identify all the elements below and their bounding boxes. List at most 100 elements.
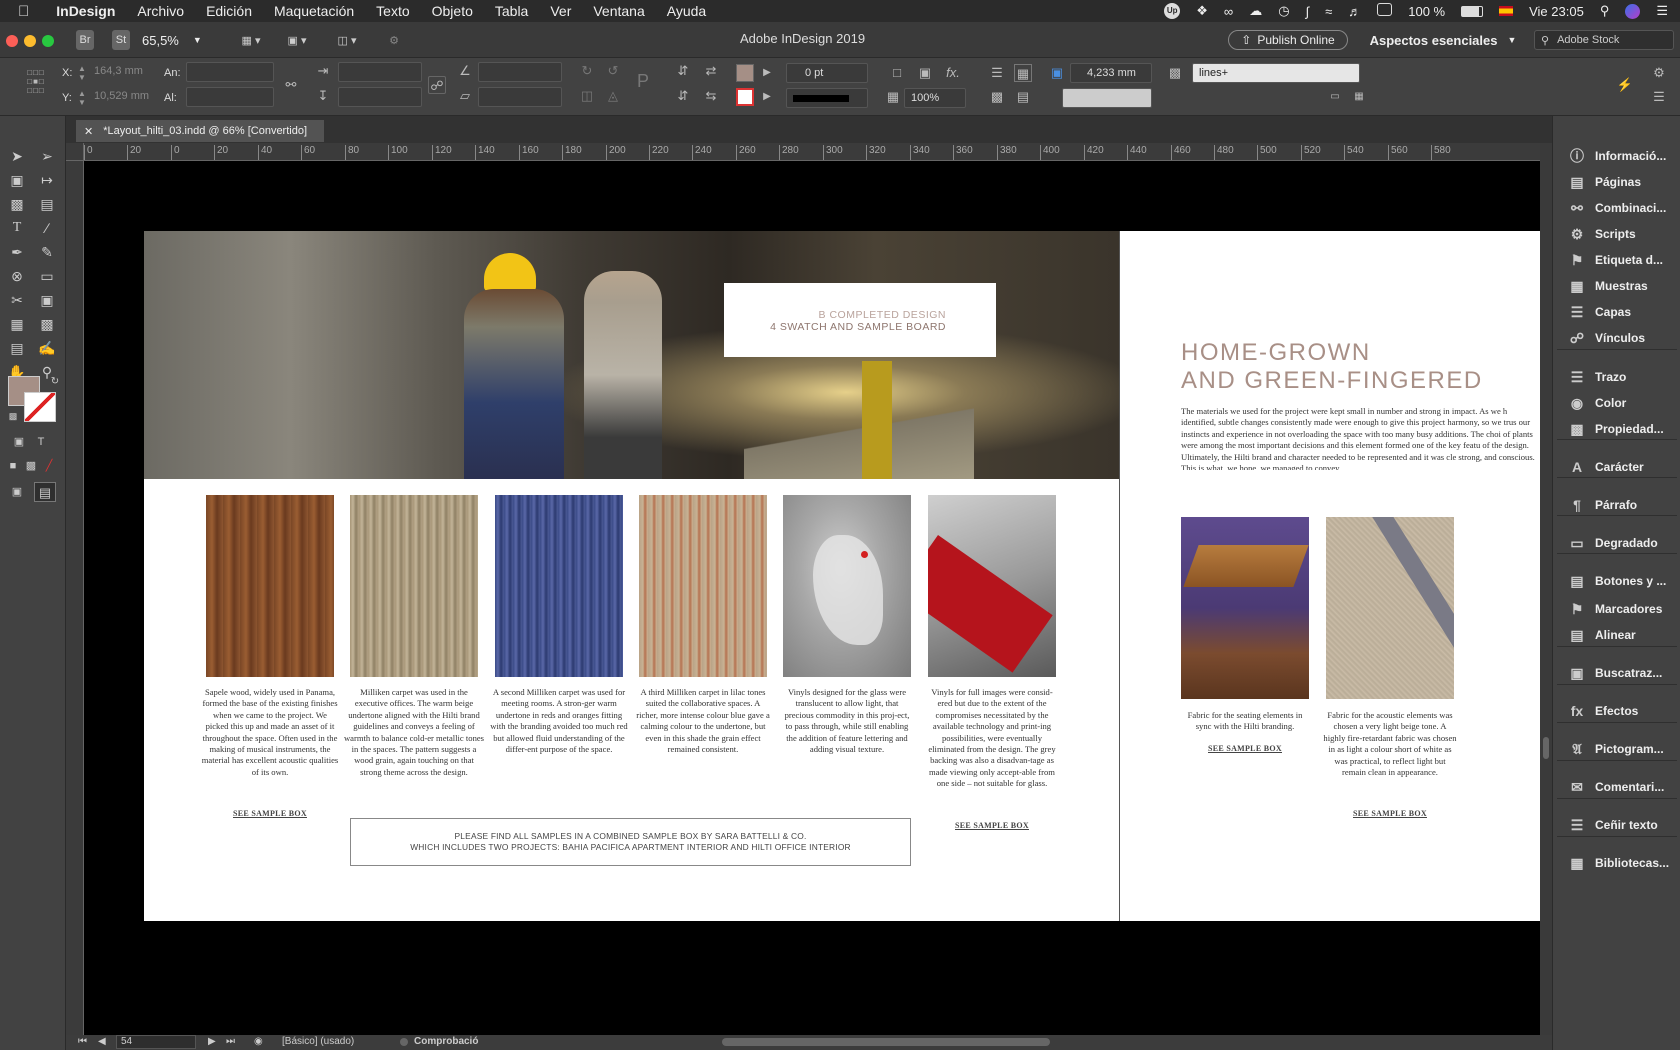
zoom-level-dropdown[interactable]: 65,5% ▼ bbox=[142, 30, 216, 50]
effects-fx-icon[interactable]: fx. bbox=[944, 64, 962, 82]
publish-online-button[interactable]: ⇧ Publish Online bbox=[1228, 30, 1348, 50]
master-page-label[interactable]: [Básico] (usado) bbox=[282, 1036, 354, 1047]
dropbox-icon[interactable]: ❖ bbox=[1196, 3, 1208, 19]
scale-y-field[interactable] bbox=[338, 87, 422, 107]
menu-app-name[interactable]: InDesign bbox=[45, 3, 126, 19]
volume-icon[interactable]: ♬ bbox=[1348, 4, 1361, 19]
direct-selection-tool-icon[interactable]: ➢ bbox=[36, 146, 58, 166]
note-tool-icon[interactable]: ▤ bbox=[6, 338, 28, 358]
panel-info[interactable]: ⓘ Informació... bbox=[1553, 143, 1680, 169]
gpu-performance-icon[interactable]: ⚙ bbox=[384, 30, 404, 50]
selection-tool-icon[interactable]: ➤ bbox=[6, 146, 28, 166]
paragraph-p-icon[interactable]: P bbox=[634, 72, 652, 90]
page-number-field[interactable]: 54 bbox=[116, 1035, 196, 1049]
chevron-right-icon[interactable]: ▶ bbox=[758, 88, 776, 106]
stroke-type-dropdown[interactable] bbox=[786, 88, 868, 108]
rotate-clockwise-icon[interactable]: ↻ bbox=[578, 62, 596, 80]
zoom-window-button[interactable] bbox=[42, 35, 54, 47]
panel-comments[interactable]: ✉ Comentari... bbox=[1553, 774, 1680, 800]
menu-objeto[interactable]: Objeto bbox=[421, 3, 484, 19]
bridge-button[interactable]: Br bbox=[76, 30, 94, 50]
quick-apply-icon[interactable]: ⚡ bbox=[1616, 76, 1634, 94]
panel-color[interactable]: ◉ Color bbox=[1553, 390, 1680, 416]
menu-texto[interactable]: Texto bbox=[365, 3, 420, 19]
width-field[interactable] bbox=[186, 62, 274, 82]
hero-mine-photo[interactable]: B COMPLETED DESIGN 4 SWATCH AND SAMPLE B… bbox=[144, 231, 1119, 479]
panel-pages[interactable]: ▤ Páginas bbox=[1553, 169, 1680, 195]
menu-edicion[interactable]: Edición bbox=[195, 3, 263, 19]
close-window-button[interactable] bbox=[6, 35, 18, 47]
screen-mode-icon[interactable]: ▣ ▾ bbox=[282, 30, 312, 50]
apply-none-icon[interactable]: ╱ bbox=[38, 456, 60, 476]
panel-effects[interactable]: fx Efectos bbox=[1553, 698, 1680, 724]
upwork-icon[interactable]: Up bbox=[1164, 3, 1181, 19]
y-position-field[interactable]: 10,529 mm bbox=[88, 87, 154, 107]
rectangle-tool-icon[interactable]: ▭ bbox=[36, 266, 58, 286]
gap-tool-icon[interactable]: ↦ bbox=[36, 170, 58, 190]
last-page-icon[interactable]: ⏭ bbox=[226, 1036, 235, 1047]
opacity-field[interactable]: 100% bbox=[904, 88, 966, 108]
siri-icon[interactable] bbox=[1625, 3, 1641, 19]
stroke-weight-field[interactable]: 0 pt bbox=[786, 63, 868, 83]
text-wrap-none-icon[interactable]: ☰ bbox=[988, 64, 1006, 82]
stroke-swatch[interactable] bbox=[736, 88, 754, 106]
previous-page-icon[interactable]: ◀ bbox=[98, 1036, 106, 1047]
select-previous-icon[interactable]: ⇄ bbox=[702, 62, 720, 80]
pen-tool-icon[interactable]: ✒ bbox=[6, 242, 28, 262]
battery-icon[interactable] bbox=[1461, 5, 1484, 17]
blue-carpet-swatch[interactable] bbox=[495, 495, 623, 677]
beige-carpet-swatch[interactable] bbox=[350, 495, 478, 677]
pencil-tool-icon[interactable]: ✎ bbox=[36, 242, 58, 262]
normal-view-icon[interactable]: ▣ bbox=[6, 482, 28, 502]
next-page-icon[interactable]: ▶ bbox=[208, 1036, 216, 1047]
rotate-angle-icon[interactable]: ∠ bbox=[456, 62, 474, 80]
red-orange-carpet-swatch[interactable] bbox=[639, 495, 767, 677]
view-options-icon[interactable]: ▦ ▾ bbox=[236, 30, 266, 50]
scale-x-field[interactable] bbox=[338, 62, 422, 82]
see-sample-box-link[interactable]: SEE SAMPLE BOX bbox=[206, 809, 334, 818]
stepper-icon[interactable]: ▲ ▼ bbox=[78, 89, 86, 107]
left-page[interactable]: B COMPLETED DESIGN 4 SWATCH AND SAMPLE B… bbox=[144, 231, 1119, 921]
panel-glyphs[interactable]: 𝔄 Pictogram... bbox=[1553, 736, 1680, 762]
free-transform-tool-icon[interactable]: ▣ bbox=[36, 290, 58, 310]
creative-cloud-icon[interactable]: ∞ bbox=[1224, 4, 1233, 19]
first-page-icon[interactable]: ⏮ bbox=[78, 1036, 87, 1047]
swap-fill-stroke-icon[interactable]: ↻ bbox=[44, 372, 66, 392]
menu-archivo[interactable]: Archivo bbox=[126, 3, 195, 19]
panel-tag[interactable]: ⚑ Etiqueta d... bbox=[1553, 247, 1680, 273]
hamburger-menu-icon[interactable]: ☰ bbox=[1650, 88, 1668, 106]
select-content-icon[interactable]: ⇵ bbox=[674, 87, 692, 105]
rotate-counterclockwise-icon[interactable]: ↺ bbox=[604, 62, 622, 80]
type-tool-icon[interactable]: T bbox=[6, 218, 28, 238]
vertical-scrollbar[interactable] bbox=[1540, 143, 1552, 1035]
select-container-icon[interactable]: ⇵ bbox=[674, 62, 692, 80]
stock-button[interactable]: St bbox=[112, 30, 130, 50]
acoustic-fabric-photo[interactable] bbox=[1326, 517, 1454, 699]
document-tab[interactable]: ✕ *Layout_hilti_03.indd @ 66% [Convertid… bbox=[76, 120, 324, 142]
gap-swatch-field[interactable] bbox=[1062, 88, 1152, 108]
scissors-tool-icon[interactable]: ✂ bbox=[6, 290, 28, 310]
vertical-ruler[interactable] bbox=[66, 143, 84, 1035]
panel-align[interactable]: ▤ Alinear bbox=[1553, 622, 1680, 648]
bluetooth-icon[interactable]: ∫ bbox=[1306, 4, 1310, 19]
auto-fit-icon[interactable]: ▣ bbox=[1048, 64, 1066, 82]
x-position-field[interactable]: 164,3 mm bbox=[88, 62, 154, 82]
panel-merge[interactable]: ⚯ Combinaci... bbox=[1553, 195, 1680, 221]
rectangle-frame-tool-icon[interactable]: ⊗ bbox=[6, 266, 28, 286]
panel-libraries[interactable]: ▦ Bibliotecas... bbox=[1553, 850, 1680, 876]
clock[interactable]: Vie 23:05 bbox=[1529, 4, 1584, 19]
height-field[interactable] bbox=[186, 87, 274, 107]
panel-text-wrap[interactable]: ☰ Ceñir texto bbox=[1553, 812, 1680, 838]
link-chain-icon[interactable]: ☍ bbox=[428, 76, 446, 94]
gradient-swatch-tool-icon[interactable]: ▦ bbox=[6, 314, 28, 334]
rotate-angle-field[interactable] bbox=[478, 62, 562, 82]
control-panel-menu-icon[interactable]: ⚙ bbox=[1650, 64, 1668, 82]
gap-field[interactable]: 4,233 mm bbox=[1070, 63, 1152, 83]
shear-angle-field[interactable] bbox=[478, 87, 562, 107]
opacity-icon[interactable]: ▦ bbox=[884, 88, 902, 106]
select-next-icon[interactable]: ⇆ bbox=[702, 87, 720, 105]
right-page[interactable]: HOME-GROWN AND GREEN-FINGERED The materi… bbox=[1120, 231, 1540, 921]
seating-fabric-photo[interactable] bbox=[1181, 517, 1309, 699]
horizontal-scrollbar-thumb[interactable] bbox=[722, 1038, 1050, 1046]
ruler-origin[interactable] bbox=[66, 143, 84, 161]
